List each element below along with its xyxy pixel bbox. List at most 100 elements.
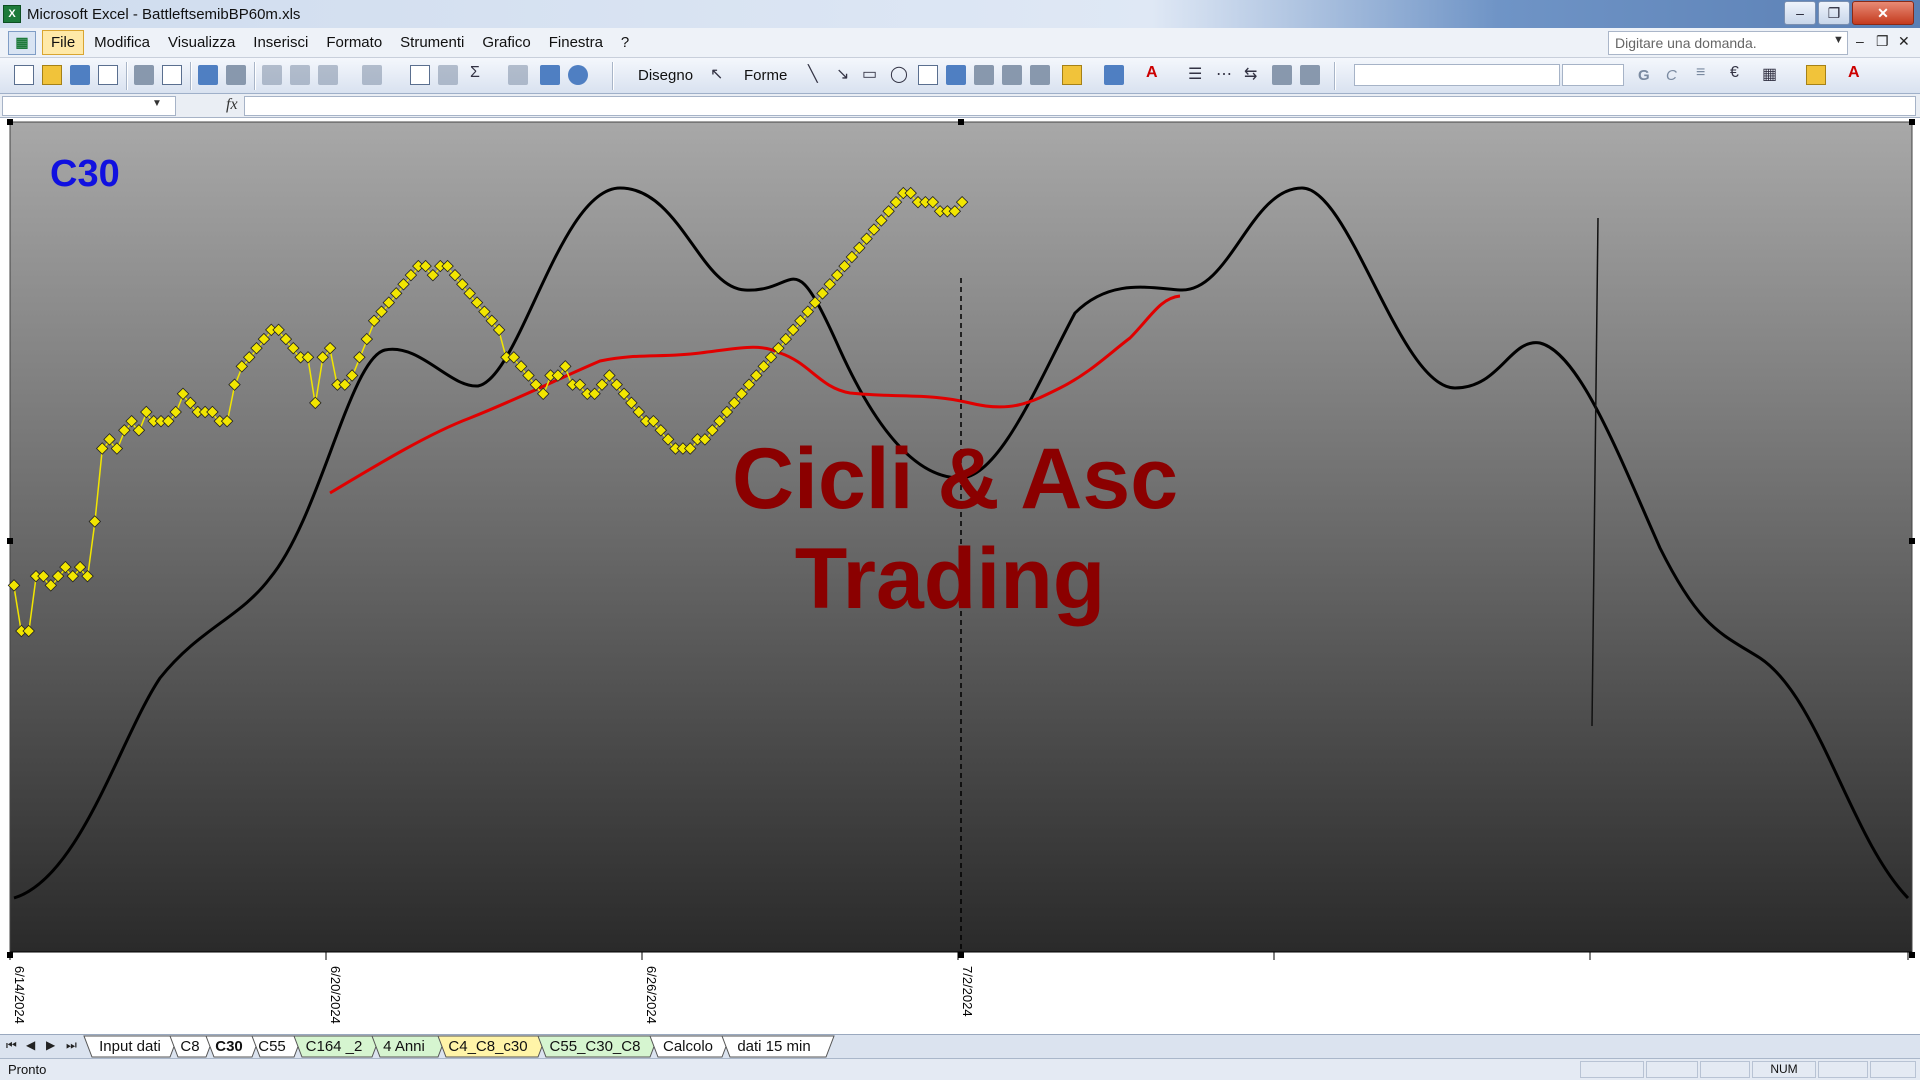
cut-icon[interactable] (262, 65, 282, 85)
insert-function-icon[interactable]: fx (226, 96, 238, 114)
permission-icon[interactable] (98, 65, 118, 85)
spelling-icon[interactable] (198, 65, 218, 85)
select-arrow-icon[interactable]: ↖ (710, 64, 723, 84)
menu-visualizza[interactable]: Visualizza (160, 31, 243, 54)
menu-modifica[interactable]: Modifica (86, 31, 158, 54)
workbook-icon[interactable]: ▦ (8, 30, 36, 55)
ask-dropdown-icon[interactable]: ▼ (1833, 34, 1844, 46)
x-axis: 6/14/2024 6/20/2024 6/26/2024 7/2/2024 (9, 951, 1912, 1024)
diagram-icon[interactable] (974, 65, 994, 85)
handle-top-left[interactable] (7, 119, 13, 125)
x-tick-label: 6/26/2024 (644, 966, 659, 1024)
chart-area[interactable]: C30 Cicli & Asc Trading 6/14/2024 6/20/20… (0, 118, 1920, 1034)
sheet-tab-c55-c30-c8[interactable]: C55_C30_C8 (546, 1037, 644, 1057)
handle-top-mid[interactable] (958, 119, 964, 125)
new-icon[interactable] (14, 65, 34, 85)
doc-close-icon[interactable]: ✕ (1898, 33, 1910, 50)
copy-icon[interactable] (290, 65, 310, 85)
rectangle-icon[interactable]: ▭ (862, 64, 877, 84)
print-icon[interactable] (134, 65, 154, 85)
textbox-icon[interactable] (918, 65, 938, 85)
open-icon[interactable] (42, 65, 62, 85)
handle-mid-left[interactable] (7, 538, 13, 544)
close-button[interactable]: ✕ (1852, 1, 1914, 25)
save-icon[interactable] (70, 65, 90, 85)
sheet-tab-c30[interactable]: C30 (210, 1037, 248, 1057)
ask-question-input[interactable]: Digitare una domanda. (1608, 31, 1848, 55)
align-icon[interactable]: ≡ (1696, 64, 1705, 82)
paste-icon[interactable] (318, 65, 338, 85)
maximize-button[interactable]: ❐ (1818, 1, 1850, 25)
status-panel-5 (1818, 1061, 1868, 1078)
menu-strumenti[interactable]: Strumenti (392, 31, 472, 54)
status-text: Pronto (8, 1062, 47, 1077)
menu-bar: ▦ File Modifica Visualizza Inserisci For… (0, 28, 1920, 58)
name-box[interactable] (2, 96, 176, 116)
sheet-tab-c4-c8-c30[interactable]: C4_C8_c30 (444, 1037, 532, 1057)
sheet-tab-calcolo[interactable]: Calcolo (658, 1037, 718, 1057)
sort-icon[interactable] (508, 65, 528, 85)
arrow-tool-icon[interactable]: ↘ (836, 64, 849, 84)
undo-icon[interactable] (362, 65, 382, 85)
status-bar: Pronto NUM (0, 1058, 1920, 1080)
handle-mid-right[interactable] (1909, 538, 1915, 544)
line-icon[interactable]: ╲ (808, 64, 818, 84)
line-color-icon[interactable] (1104, 65, 1124, 85)
borders-icon[interactable]: ▦ (1762, 64, 1777, 84)
menu-help[interactable]: ? (613, 31, 637, 54)
arrow-style-icon[interactable]: ⇆ (1244, 64, 1257, 84)
chart-svg[interactable]: C30 Cicli & Asc Trading 6/14/2024 6/20/20… (0, 118, 1920, 1034)
sheet-tab-c8[interactable]: C8 (176, 1037, 204, 1057)
wordart-icon[interactable] (946, 65, 966, 85)
line-style-icon[interactable]: ☰ (1188, 64, 1202, 84)
sigma-icon[interactable]: Σ (470, 64, 480, 82)
oval-icon[interactable]: ◯ (890, 64, 908, 84)
fill-color-2-icon[interactable] (1806, 65, 1826, 85)
name-box-dropdown-icon[interactable]: ▼ (152, 98, 162, 109)
minimize-button[interactable]: – (1784, 1, 1816, 25)
handle-bottom-mid[interactable] (958, 952, 964, 958)
sheet-tab-input-dati[interactable]: Input dati (92, 1037, 168, 1057)
research-icon[interactable] (226, 65, 246, 85)
picture-icon[interactable] (1030, 65, 1050, 85)
excel-app-icon: X (3, 5, 21, 23)
menu-formato[interactable]: Formato (318, 31, 390, 54)
sheet-tab-dati-15-min[interactable]: dati 15 min (728, 1037, 820, 1057)
menu-inserisci[interactable]: Inserisci (245, 31, 316, 54)
doc-minimize-icon[interactable]: – (1856, 33, 1864, 49)
doc-restore-icon[interactable]: ❐ (1876, 33, 1889, 50)
hyperlink-icon[interactable] (410, 65, 430, 85)
title-bar: X Microsoft Excel - BattleftsemibBP60m.x… (0, 0, 1920, 28)
bold-button[interactable]: G (1638, 67, 1650, 84)
menu-file[interactable]: File (42, 30, 85, 55)
sheet-tab-4-anni[interactable]: 4 Anni (376, 1037, 432, 1057)
shapes-menu[interactable]: Forme (744, 67, 787, 84)
autosum-icon[interactable] (438, 65, 458, 85)
handle-top-right[interactable] (1909, 119, 1915, 125)
formula-bar: ▼ fx (0, 94, 1920, 118)
handle-bottom-left[interactable] (7, 952, 13, 958)
font-name-combo[interactable] (1354, 64, 1560, 86)
font-color-2-icon[interactable]: A (1848, 64, 1860, 82)
3d-icon[interactable] (1300, 65, 1320, 85)
formula-input[interactable] (244, 96, 1916, 116)
currency-icon[interactable]: € (1730, 64, 1739, 82)
drawing-menu[interactable]: Disegno (638, 67, 693, 84)
fill-color-icon[interactable] (1062, 65, 1082, 85)
clipart-icon[interactable] (1002, 65, 1022, 85)
x-tick-label: 6/14/2024 (12, 966, 27, 1024)
shadow-icon[interactable] (1272, 65, 1292, 85)
italic-button[interactable]: C (1666, 67, 1677, 84)
help-icon[interactable] (568, 65, 588, 85)
print-preview-icon[interactable] (162, 65, 182, 85)
sheet-tab-c55[interactable]: C55 (254, 1037, 290, 1057)
handle-bottom-right[interactable] (1909, 952, 1915, 958)
menu-grafico[interactable]: Grafico (474, 31, 538, 54)
menu-finestra[interactable]: Finestra (541, 31, 611, 54)
dash-style-icon[interactable]: ⋯ (1216, 64, 1232, 84)
font-color-icon[interactable]: A (1146, 64, 1158, 82)
font-size-combo[interactable] (1562, 64, 1624, 86)
sheet-tab-c164-2[interactable]: C164 _2 (300, 1037, 368, 1057)
chart-wizard-icon[interactable] (540, 65, 560, 85)
x-tick-label: 7/2/2024 (960, 966, 975, 1017)
